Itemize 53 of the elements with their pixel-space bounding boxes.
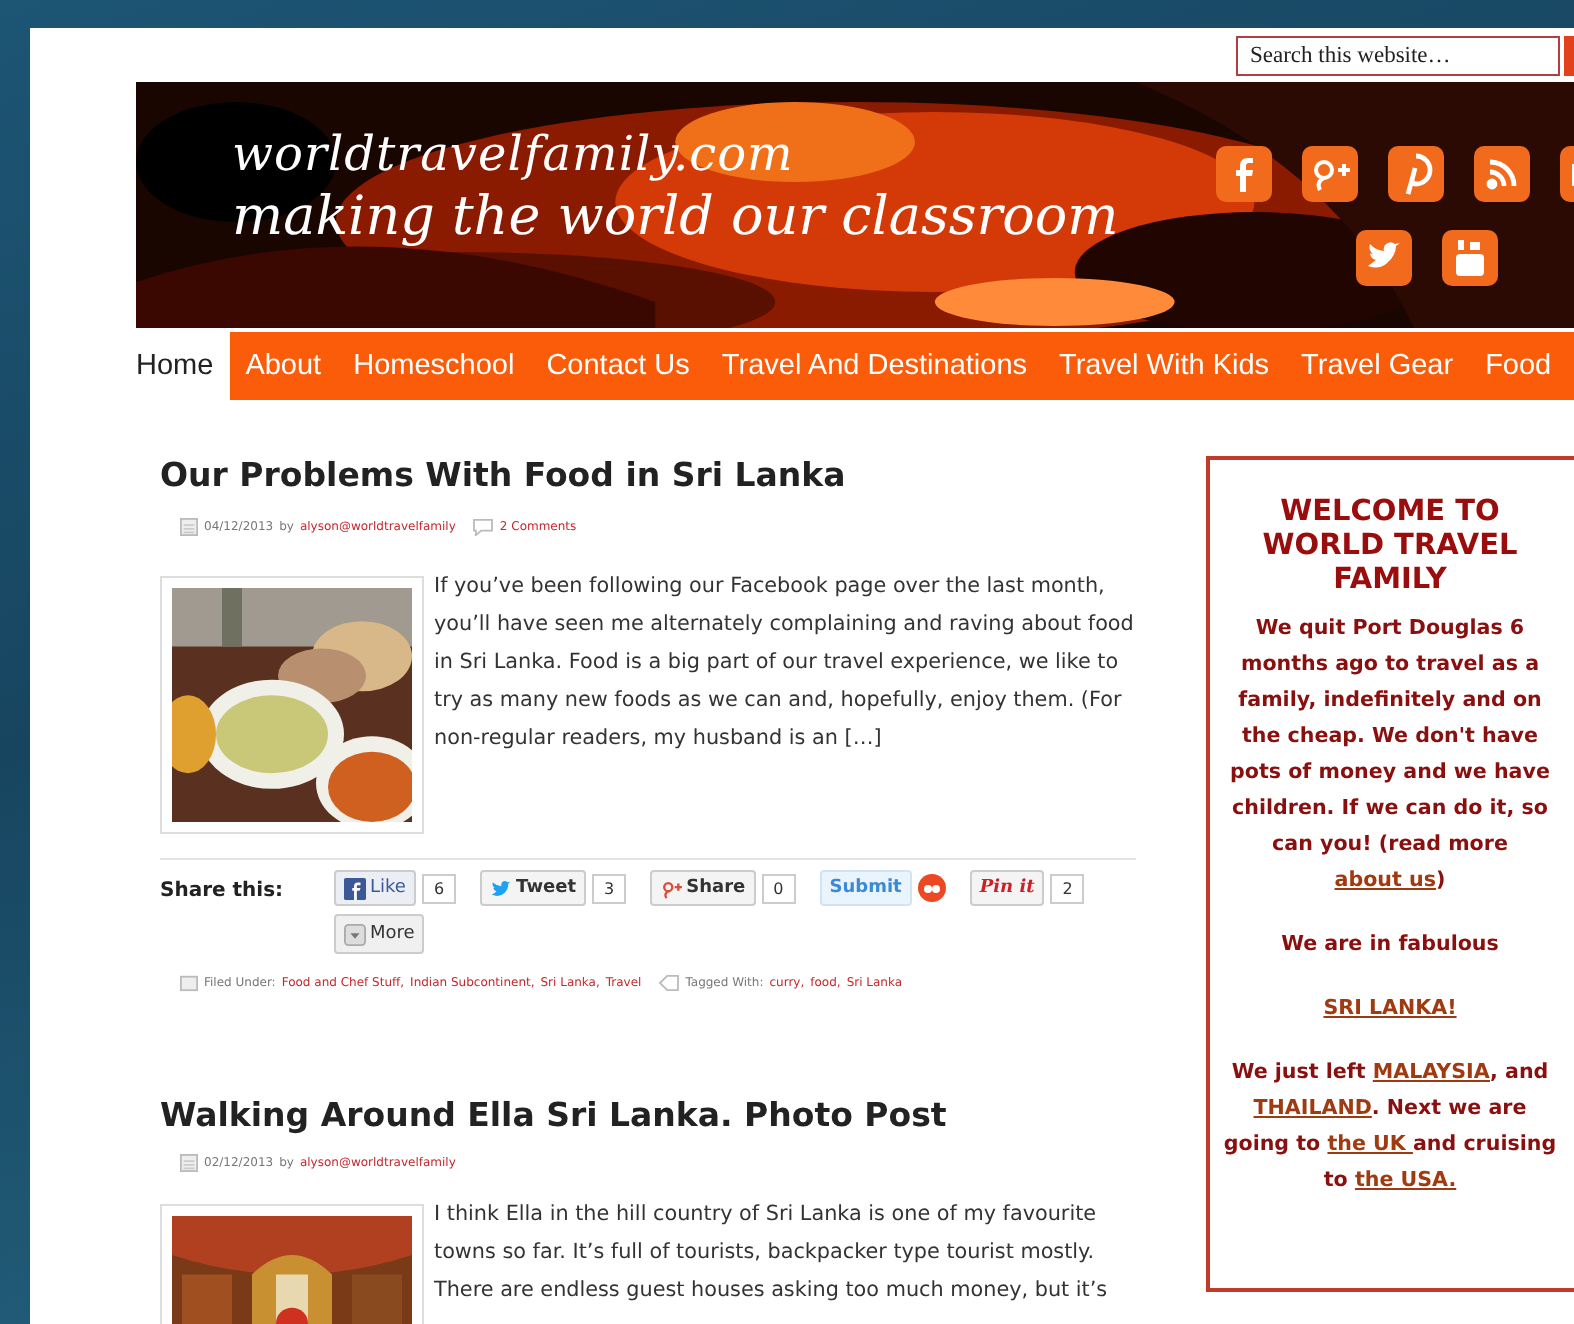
share-button[interactable]: Submit — [819, 870, 912, 906]
share-label: Share this: — [160, 878, 286, 906]
youtube-icon[interactable] — [1442, 230, 1498, 286]
share-button[interactable]: Tweet — [480, 870, 587, 906]
text-link[interactable]: about us — [1334, 868, 1436, 892]
nav-tab[interactable]: Food — [1469, 332, 1568, 400]
share-button[interactable]: Like — [334, 870, 416, 906]
facebook-icon[interactable] — [1216, 146, 1272, 202]
post-title[interactable]: Our Problems With Food in Sri Lanka — [160, 456, 1136, 494]
calendar-icon — [180, 1154, 198, 1172]
site-name: worldtravelfamily.com — [232, 126, 796, 182]
bird-icon — [490, 877, 513, 899]
site-tagline: making the world our classroom — [232, 186, 1119, 248]
welcome-heading: WELCOME TO WORLD TRAVEL FAMILY — [1260, 496, 1520, 598]
post-title[interactable]: Walking Around Ella Sri Lanka. Photo Post — [160, 1096, 1136, 1134]
twitter-icon[interactable] — [1356, 230, 1412, 286]
facebook-icon — [344, 877, 366, 899]
text-link[interactable]: SRI LANKA! — [1323, 996, 1457, 1020]
nav-tab[interactable]: Homeschool — [337, 332, 531, 400]
share-button[interactable]: Pin it — [969, 870, 1045, 906]
share-count: 6 — [421, 873, 457, 903]
share-count: 2 — [1050, 873, 1085, 903]
comment-icon — [471, 518, 494, 536]
googleplus-icon — [660, 877, 683, 899]
more-button[interactable]: More — [334, 914, 425, 954]
post-excerpt: I think Ella in the hill country of Sri Lanka is one of my favourite towns so far. It’s full of tourists, backpacker type tourist mostly. There are endless guest houses asking too much money, but it’s — [434, 1200, 1110, 1306]
text-link[interactable]: THAILAND — [1253, 1096, 1372, 1120]
share-button[interactable]: Share — [650, 870, 756, 906]
welcome-text: We are in fabulous — [1279, 930, 1501, 960]
googleplus-icon[interactable] — [1302, 146, 1358, 202]
rss-icon[interactable] — [1474, 146, 1530, 202]
share-count: 0 — [761, 873, 796, 903]
welcome-text: We just left MALAYSIA, and THAILAND. Next we are going to the UK and cruising to the USA. — [1222, 1058, 1558, 1196]
search-button[interactable] — [1564, 35, 1574, 75]
folder-icon — [180, 974, 198, 992]
nav-tab[interactable]: Travel And Destinations — [705, 332, 1044, 400]
caret-icon — [344, 923, 366, 945]
pinterest-icon[interactable] — [1388, 146, 1444, 202]
submit-icon — [917, 874, 946, 902]
post-excerpt: If you’ve been following our Facebook page over the last month, you’ll have seen me alternately complaining and raving about food in Sri Lanka. Food is a big part of our travel experience, we like to try as many new foods as we can and, hopefully, enjoy them. (For non-regular readers, my husband is an […] — [434, 572, 1136, 754]
nav-tab[interactable]: Home — [136, 332, 230, 400]
text-link[interactable]: the USA. — [1354, 1168, 1457, 1192]
nav-tab[interactable]: Travel Gear — [1285, 332, 1470, 400]
nav-tab[interactable]: Travel With Kids — [1043, 332, 1286, 400]
text-link[interactable]: the UK — [1327, 1132, 1413, 1156]
text-link[interactable]: MALAYSIA — [1372, 1060, 1491, 1084]
welcome-text: We quit Port Douglas 6 months ago to travel as a family, indefinitely and on the cheap. We don't have pots of money and we have children. If we can do it, so can you! (read more about us) — [1228, 614, 1552, 896]
calendar-icon — [180, 518, 198, 536]
nav-tab[interactable]: About — [229, 332, 338, 400]
share-count: 3 — [592, 873, 627, 903]
search-field[interactable]: Search this website… — [1236, 35, 1560, 75]
tag-icon — [657, 974, 680, 992]
nav-tab[interactable]: Contact Us — [530, 332, 706, 400]
